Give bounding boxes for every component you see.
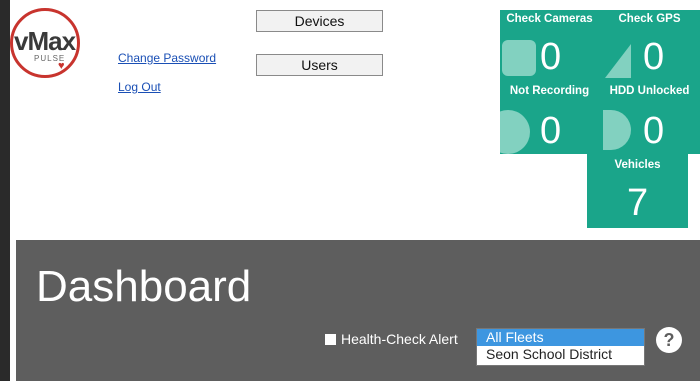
vmax-pulse-logo: vMax PULSE ♥ xyxy=(10,8,88,80)
not-recording-count: 0 xyxy=(540,110,562,152)
not-recording-tile[interactable]: Not Recording 0 xyxy=(500,82,599,154)
check-cameras-count: 0 xyxy=(540,36,562,78)
logo-word: vMax xyxy=(14,26,76,56)
check-cameras-tile[interactable]: Check Cameras 0 xyxy=(500,10,599,82)
devices-button[interactable]: Devices xyxy=(256,10,383,32)
gps-icon xyxy=(605,44,631,78)
health-check-checkbox[interactable] xyxy=(325,334,336,345)
hdd-unlocked-tile[interactable]: HDD Unlocked 0 xyxy=(599,82,700,154)
change-password-link[interactable]: Change Password xyxy=(118,51,216,65)
recording-icon xyxy=(500,110,530,154)
log-out-link[interactable]: Log Out xyxy=(118,80,161,94)
check-gps-count: 0 xyxy=(643,36,665,78)
users-button[interactable]: Users xyxy=(256,54,383,76)
check-gps-label: Check GPS xyxy=(618,13,681,25)
fleet-option[interactable]: All Fleets xyxy=(477,329,644,346)
hdd-unlocked-count: 0 xyxy=(643,110,665,152)
fleet-select[interactable]: All Fleets Seon School District xyxy=(476,328,645,366)
window-left-border xyxy=(0,0,10,381)
camera-icon xyxy=(502,40,536,76)
check-cameras-label: Check Cameras xyxy=(506,13,593,25)
hdd-icon xyxy=(603,110,631,150)
help-icon[interactable]: ? xyxy=(656,327,682,353)
heart-icon: ♥ xyxy=(58,60,65,72)
vehicles-count: 7 xyxy=(627,182,649,224)
fleet-option[interactable]: Seon School District xyxy=(477,346,644,363)
vehicles-tile[interactable]: Vehicles 7 xyxy=(587,154,688,228)
check-gps-tile[interactable]: Check GPS 0 xyxy=(599,10,700,82)
health-check-label: Health-Check Alert xyxy=(341,331,458,347)
not-recording-label: Not Recording xyxy=(509,85,590,97)
hdd-unlocked-label: HDD Unlocked xyxy=(609,85,690,97)
page-title: Dashboard xyxy=(36,262,252,311)
vehicles-label: Vehicles xyxy=(614,159,661,171)
